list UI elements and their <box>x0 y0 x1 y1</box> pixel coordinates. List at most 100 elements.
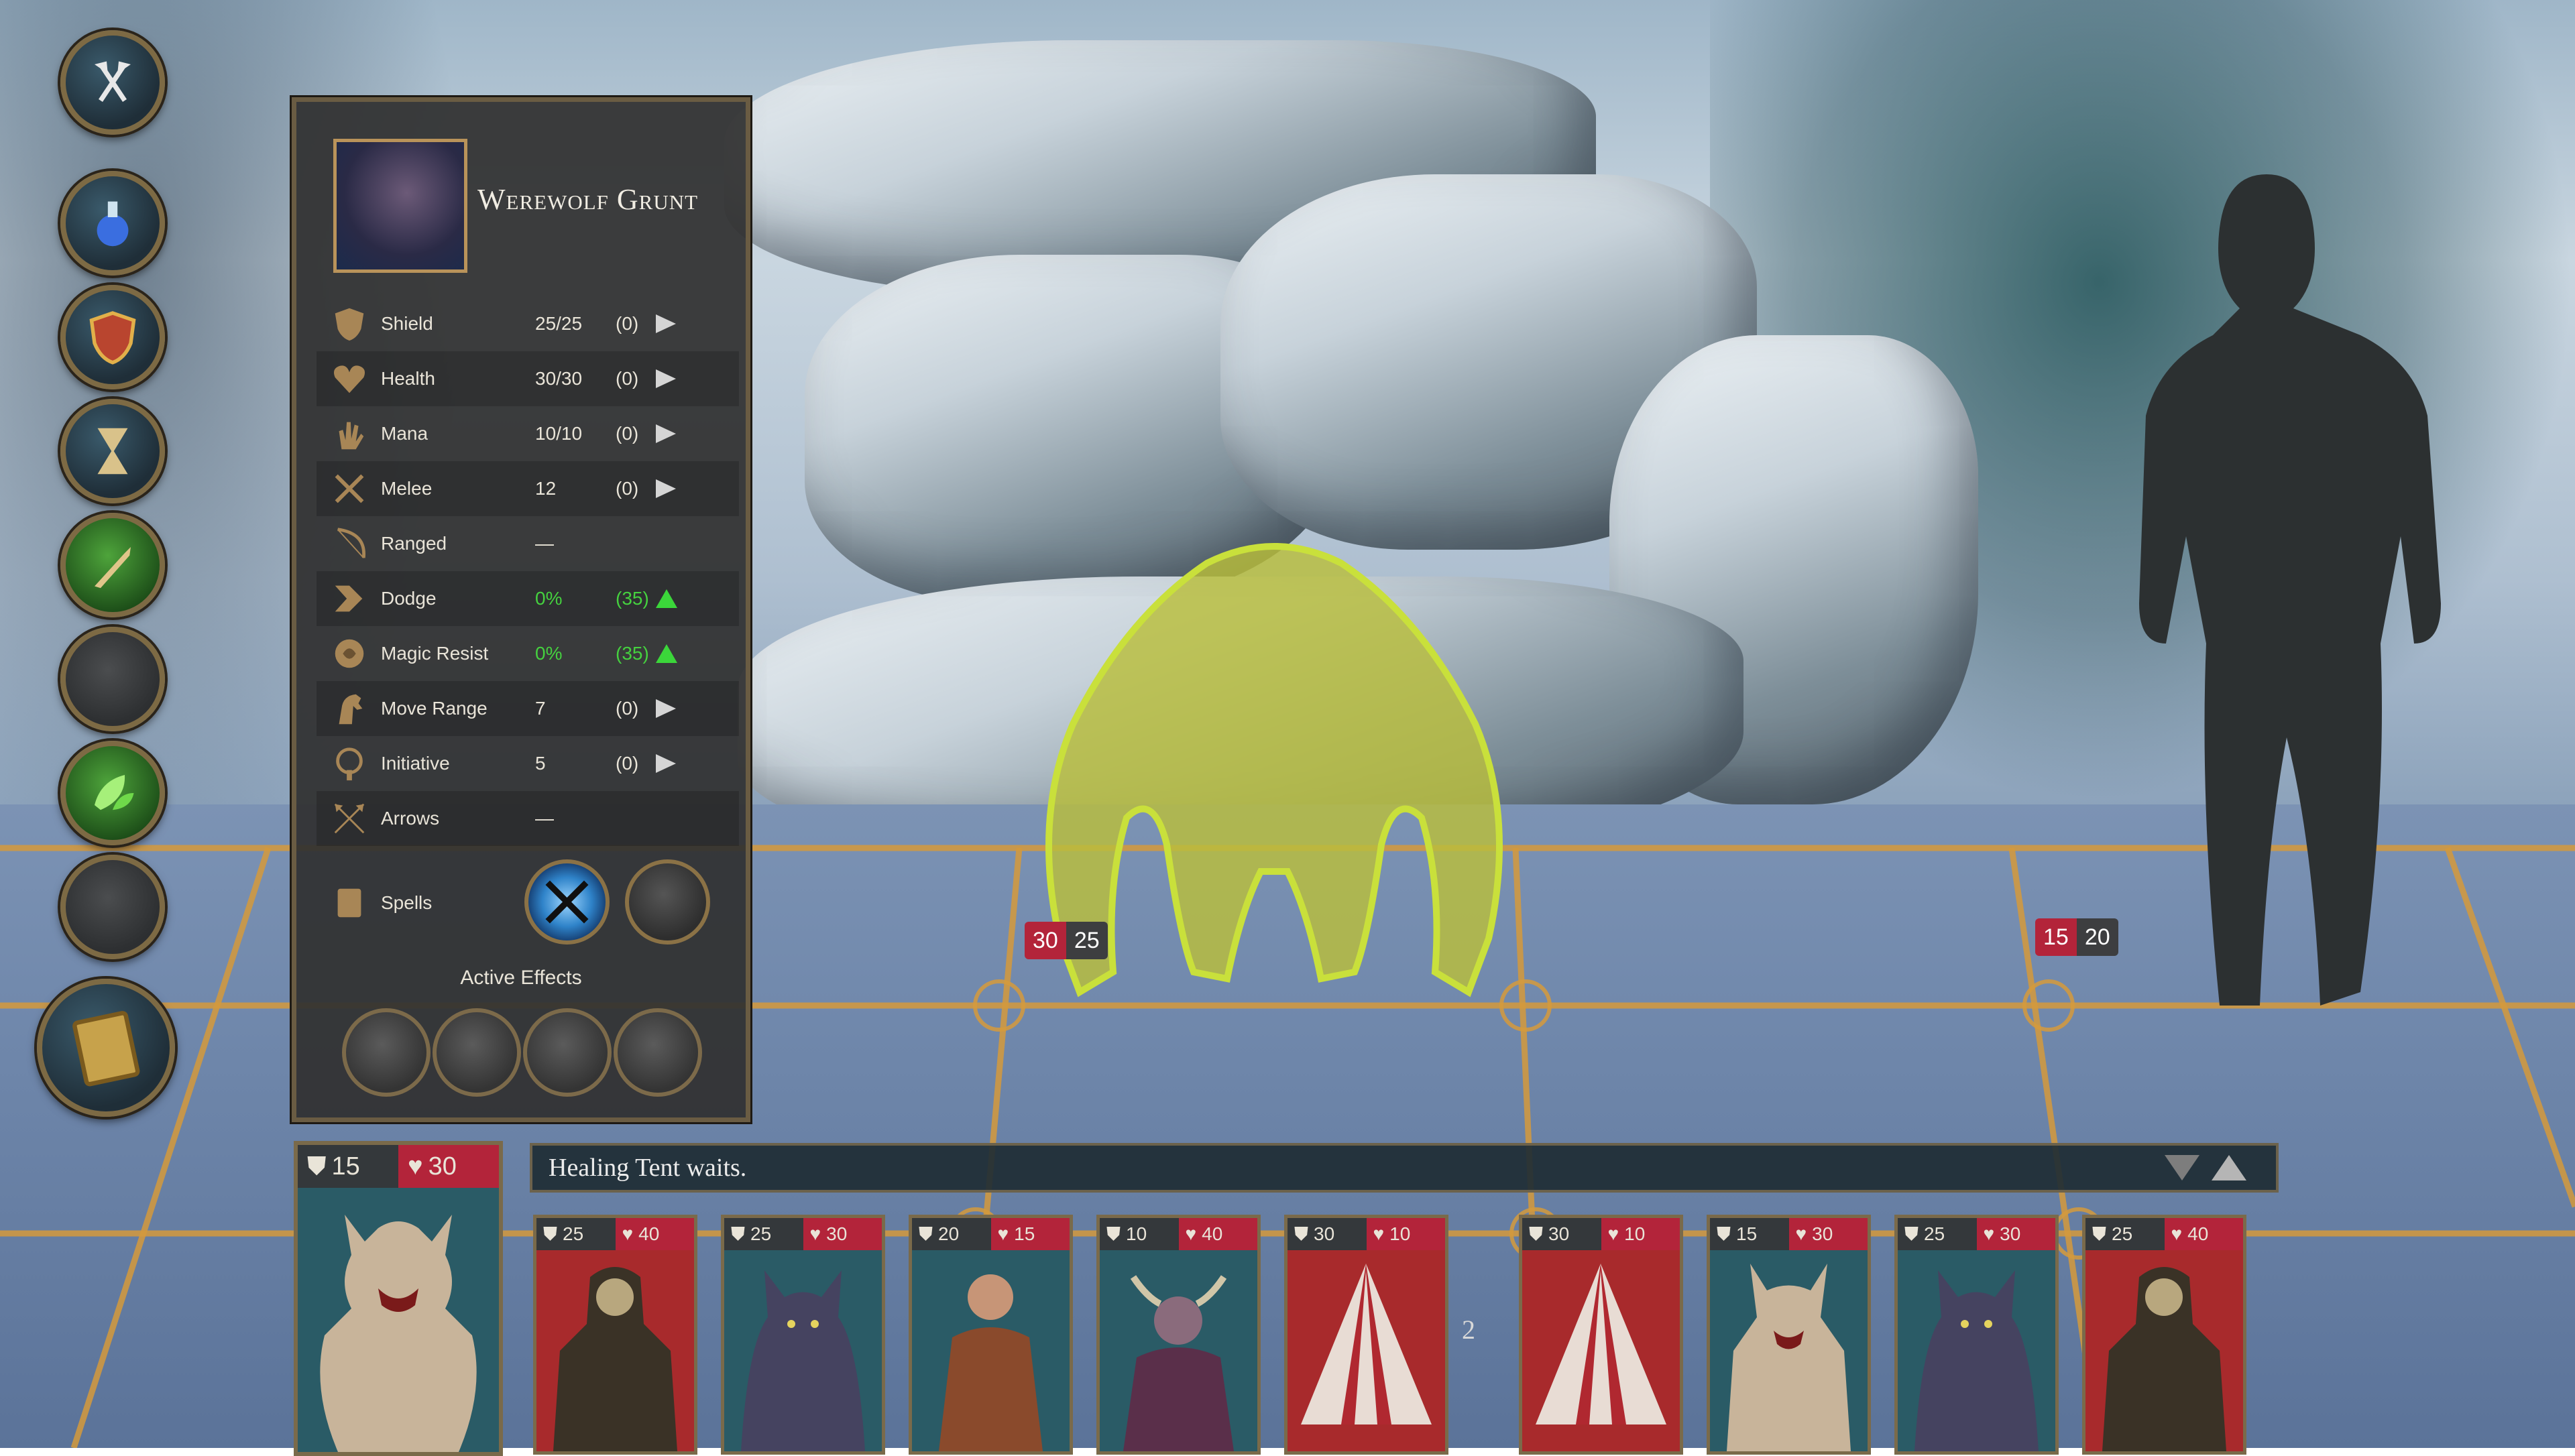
stat-row-initiative: Initiative 5 (0) <box>317 736 739 791</box>
round-number: 2 <box>1462 1315 1475 1345</box>
bow-icon <box>337 528 365 558</box>
initiative-icon <box>336 747 363 781</box>
queue-card[interactable]: ⛊ 30 ♥ 10 <box>1519 1215 1683 1455</box>
active-effect-slot[interactable] <box>342 1008 431 1097</box>
shield-icon: ⛊ <box>2092 1223 2107 1244</box>
scroll-icon <box>337 888 361 918</box>
queue-card[interactable]: ⛊ 15 ♥ 30 <box>1707 1215 1871 1455</box>
leaves-icon <box>95 775 134 810</box>
spell-slot-frost[interactable] <box>524 859 610 945</box>
heart-icon: ♥ <box>2171 1223 2183 1244</box>
shield-icon: ⛊ <box>307 1152 327 1180</box>
shield-icon: ⛊ <box>919 1223 933 1244</box>
heart-icon: ♥ <box>1373 1223 1385 1244</box>
queue-card[interactable]: ⛊ 25 ♥ 40 <box>533 1215 697 1455</box>
shield-icon: ⛊ <box>1294 1223 1309 1244</box>
stat-row-arrows: Arrows — <box>317 791 739 846</box>
heart-icon: ♥ <box>1983 1223 1995 1244</box>
spell-slot-empty[interactable] <box>625 859 710 945</box>
stat-row-melee: Melee 12 (0) <box>317 461 739 516</box>
shield-icon: ⛊ <box>731 1223 746 1244</box>
empty-action-slot[interactable] <box>60 855 165 959</box>
elf-archer-portrait <box>939 1274 1043 1451</box>
unit-name: Werewolf Grunt <box>477 183 699 216</box>
skeleton-warrior-portrait <box>553 1267 677 1451</box>
stat-row-magic-resist: Magic Resist 0% (35) <box>317 626 739 681</box>
stat-row-mana: Mana 10/10 (0) <box>317 406 739 461</box>
shield-icon: ⛊ <box>1904 1223 1919 1244</box>
buff-up-arrow-icon <box>656 589 677 608</box>
queue-card[interactable]: ⛊ 25 ♥ 30 <box>1894 1215 2059 1455</box>
log-scroll-down-icon[interactable] <box>2162 1151 2202 1185</box>
queue-card[interactable]: ⛊ 10 ♥ 40 <box>1096 1215 1261 1455</box>
defend-button[interactable] <box>60 285 165 389</box>
shield-icon <box>89 311 136 365</box>
queue-card[interactable]: ⛊ 25 ♥ 40 <box>2082 1215 2246 1455</box>
heart-icon: ♥ <box>408 1152 423 1180</box>
combat-log-message: Healing Tent waits. <box>549 1154 747 1182</box>
dodge-icon <box>335 585 363 612</box>
horse-icon <box>339 694 363 725</box>
stat-detail-arrow-icon[interactable] <box>656 754 676 773</box>
crossed-swords-icon <box>545 880 589 924</box>
active-effect-slot[interactable] <box>433 1008 521 1097</box>
werewolf-portrait <box>741 1270 865 1451</box>
log-scroll-up-icon[interactable] <box>2209 1151 2249 1185</box>
elf-archer-unit[interactable] <box>2065 134 2468 1073</box>
magic-resist-icon <box>335 639 364 668</box>
current-unit-stats: ⛊ 15 ♥ 30 <box>298 1145 499 1188</box>
wait-button[interactable] <box>60 399 165 503</box>
ghoul-portrait <box>1727 1264 1851 1451</box>
heart-icon: ♥ <box>622 1223 634 1244</box>
stat-detail-arrow-icon[interactable] <box>656 479 676 498</box>
ghoul-portrait <box>320 1215 477 1452</box>
elf-archer-stat-tag: 15 20 <box>2035 918 2118 956</box>
potion-button[interactable] <box>60 171 165 276</box>
active-effect-slot[interactable] <box>523 1008 612 1097</box>
crossed-axes-icon <box>95 61 131 102</box>
queue-card[interactable]: ⛊ 30 ♥ 10 <box>1284 1215 1448 1455</box>
combat-log-bar: Healing Tent waits. <box>530 1143 2279 1193</box>
arrows-icon <box>334 803 365 834</box>
shield-icon: ⛊ <box>1106 1223 1121 1244</box>
shield-icon: ⛊ <box>1717 1223 1731 1244</box>
stat-row-ranged: Ranged — <box>317 516 739 571</box>
stat-detail-arrow-icon[interactable] <box>656 424 676 443</box>
stat-detail-arrow-icon[interactable] <box>656 314 676 333</box>
shield-icon: ⛊ <box>543 1223 558 1244</box>
potion-icon <box>97 201 129 247</box>
stat-row-health: Health 30/30 (0) <box>317 351 739 406</box>
stat-row-shield: Shield 25/25 (0) <box>317 296 739 351</box>
heart-icon: ♥ <box>1795 1223 1807 1244</box>
stat-detail-arrow-icon[interactable] <box>656 699 676 718</box>
current-unit-card[interactable]: ⛊ 15 ♥ 30 <box>294 1141 503 1456</box>
heart-icon: ♥ <box>1607 1223 1619 1244</box>
skeleton-warrior-portrait <box>2102 1267 2226 1451</box>
healing-tent-portrait <box>1301 1264 1432 1424</box>
healing-tent-portrait <box>1536 1264 1666 1424</box>
heart-icon: ♥ <box>809 1223 821 1244</box>
nature-skill-button[interactable] <box>60 741 165 845</box>
stat-row-dodge: Dodge 0% (35) <box>317 571 739 626</box>
spellbook-button[interactable] <box>37 979 175 1117</box>
active-effects-label: Active Effects <box>460 967 582 989</box>
werewolf-portrait <box>1914 1270 2039 1451</box>
sword-icon <box>95 547 131 589</box>
retreat-flag-button[interactable] <box>60 30 165 135</box>
spellbook-icon <box>72 1011 140 1087</box>
buff-up-arrow-icon <box>656 644 677 663</box>
active-effect-slot[interactable] <box>614 1008 702 1097</box>
queue-card[interactable]: ⛊ 20 ♥ 15 <box>909 1215 1073 1455</box>
stat-row-move-range: Move Range 7 (0) <box>317 681 739 736</box>
stat-detail-arrow-icon[interactable] <box>656 369 676 388</box>
attack-button[interactable] <box>60 513 165 617</box>
unit-portrait <box>333 139 467 273</box>
queue-card[interactable]: ⛊ 25 ♥ 30 <box>721 1215 885 1455</box>
crossed-swords-icon <box>335 474 364 503</box>
shield-icon: ⛊ <box>1529 1223 1544 1244</box>
werewolf-stat-tag: 30 25 <box>1025 922 1108 959</box>
empty-action-slot[interactable] <box>60 627 165 731</box>
heart-icon: ♥ <box>997 1223 1009 1244</box>
mana-hand-icon <box>339 422 364 450</box>
unit-stats-panel: Werewolf Grunt Shield 25/25 (0) Health 3… <box>292 97 750 1122</box>
